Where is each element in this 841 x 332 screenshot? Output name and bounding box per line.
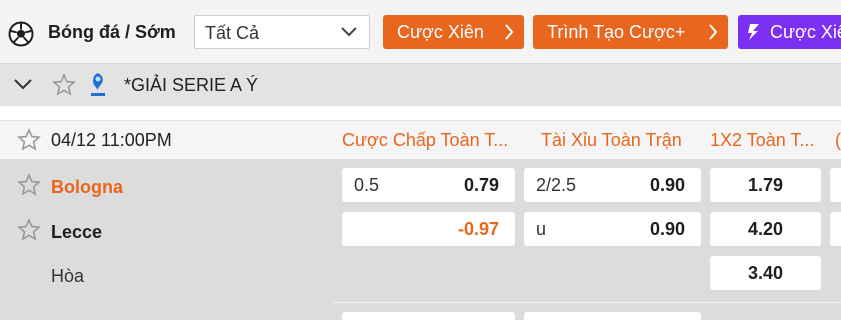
column-over-under: Tài Xỉu Toàn Trận (541, 130, 682, 150)
parlay-purple-label: Cược Xiê (770, 22, 841, 42)
parlay-button[interactable]: Cược Xiên (383, 15, 524, 49)
x12-odds-draw[interactable]: 3.40 (710, 256, 821, 290)
x12-odds: 1.79 (747, 175, 784, 195)
lightning-icon (748, 24, 759, 40)
favorite-star-icon[interactable] (17, 173, 41, 197)
serie-a-logo-icon (91, 73, 105, 96)
handicap-odds: 0.79 (463, 175, 499, 195)
extra-odds-cell[interactable] (830, 212, 841, 246)
league-row[interactable]: *GIẢI SERIE A Ý (0, 63, 841, 106)
x12-odds: 4.20 (747, 219, 784, 239)
extra-odds-cell[interactable] (830, 168, 841, 202)
next-row-cell[interactable] (342, 312, 515, 332)
chevron-down-icon (341, 27, 357, 37)
favorite-star-icon[interactable] (17, 128, 41, 152)
over-under-odds-home[interactable]: 2/2.5 0.90 (524, 168, 701, 202)
over-under-odds: 0.90 (649, 175, 685, 195)
column-extra: ( (835, 130, 841, 150)
parlay-purple-button[interactable]: Cược Xiê (738, 15, 841, 49)
league-name: *GIẢI SERIE A Ý (124, 75, 259, 95)
column-1x2: 1X2 Toàn T... (710, 130, 815, 150)
handicap-odds: -0.97 (457, 219, 499, 239)
filter-value: Tất Cả (205, 23, 260, 43)
teams-panel: Bologna Lecce Hòa (0, 159, 333, 320)
filter-dropdown[interactable]: Tất Cả (194, 15, 370, 49)
over-under-line: 2/2.5 (536, 175, 577, 195)
bet-builder-button-label: Trình Tạo Cược+ (547, 22, 686, 42)
match-datetime: 04/12 11:00PM (51, 130, 172, 150)
over-under-line: u (536, 219, 547, 239)
favorite-star-icon[interactable] (17, 218, 41, 242)
bet-builder-button[interactable]: Trình Tạo Cược+ (533, 15, 728, 49)
row-divider (333, 302, 841, 303)
parlay-button-label: Cược Xiên (397, 22, 484, 42)
home-team-name: Bologna (51, 177, 123, 197)
next-row-cell[interactable] (524, 312, 701, 332)
collapse-chevron-icon[interactable] (14, 78, 32, 90)
x12-odds-away[interactable]: 4.20 (710, 212, 821, 246)
over-under-odds: 0.90 (649, 219, 685, 239)
draw-label: Hòa (51, 266, 85, 286)
column-handicap: Cược Chấp Toàn T... (342, 130, 509, 150)
chevron-right-icon (709, 24, 718, 40)
over-under-odds-away[interactable]: u 0.90 (524, 212, 701, 246)
match-header-row: 04/12 11:00PM Cược Chấp Toàn T... Tài Xỉ… (0, 120, 841, 160)
favorite-star-icon[interactable] (52, 73, 76, 97)
sport-title: Bóng đá / Sớm (48, 22, 176, 42)
handicap-line: 0.5 (354, 175, 380, 195)
x12-odds-home[interactable]: 1.79 (710, 168, 821, 202)
chevron-right-icon (505, 24, 514, 40)
handicap-odds-home[interactable]: 0.5 0.79 (342, 168, 515, 202)
away-team-name: Lecce (51, 222, 103, 242)
soccer-ball-icon (8, 21, 34, 47)
x12-odds: 3.40 (747, 263, 784, 283)
handicap-odds-away[interactable]: -0.97 (342, 212, 515, 246)
top-bar: Bóng đá / Sớm Tất Cả Cược Xiên Trình Tạo… (0, 0, 841, 63)
